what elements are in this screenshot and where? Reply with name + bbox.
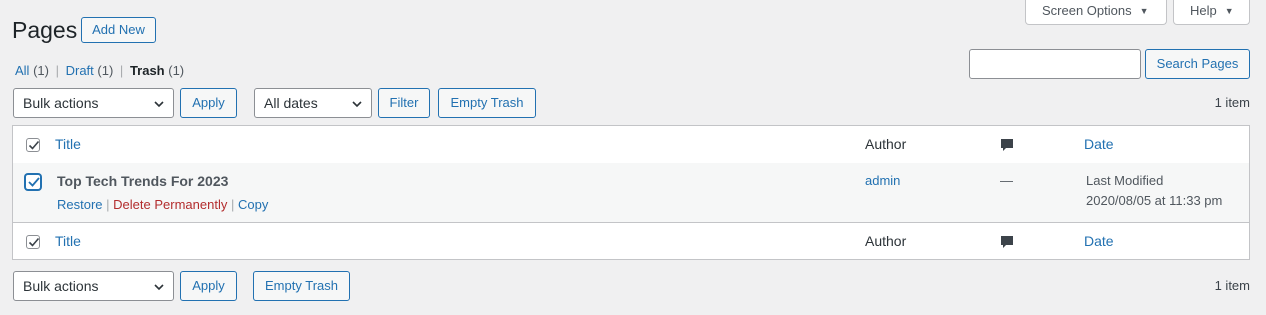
add-new-button[interactable]: Add New	[81, 17, 156, 43]
search-input[interactable]	[969, 49, 1141, 79]
view-trash-count: (1)	[168, 63, 185, 78]
author-column-header: Author	[865, 136, 907, 152]
row-author-link[interactable]: admin	[865, 173, 900, 188]
view-draft-link[interactable]: Draft	[66, 63, 94, 78]
select-all-checkbox-footer[interactable]	[26, 235, 40, 249]
empty-trash-button-bottom[interactable]: Empty Trash	[253, 271, 350, 301]
restore-link[interactable]: Restore	[57, 197, 103, 212]
view-filters: All (1) | Draft (1) | Trash (1)	[15, 63, 184, 78]
bulk-actions-select-top[interactable]: Bulk actions	[13, 88, 174, 118]
delete-permanently-link[interactable]: Delete Permanently	[113, 197, 227, 212]
item-count-top: 1 item	[1214, 95, 1250, 110]
caret-down-icon: ▼	[1139, 6, 1149, 16]
checkmark-icon	[28, 177, 40, 187]
action-separator: |	[230, 197, 235, 212]
title-column-footer[interactable]: Title	[55, 233, 81, 249]
pages-table: Title Author Date Top Tech Trends For 20…	[12, 125, 1250, 260]
view-separator: |	[119, 63, 124, 78]
row-date-value: 2020/08/05 at 11:33 pm	[1086, 193, 1223, 208]
apply-button-top[interactable]: Apply	[180, 88, 237, 118]
view-all-link[interactable]: All	[15, 63, 29, 78]
view-all-count: (1)	[33, 63, 49, 78]
table-header-row: Title Author Date	[13, 126, 1249, 164]
row-date-status: Last Modified	[1086, 173, 1164, 188]
table-footer-row: Title Author Date	[13, 223, 1249, 260]
apply-button-bottom[interactable]: Apply	[180, 271, 237, 301]
row-checkbox[interactable]	[25, 174, 41, 190]
dates-value: All dates	[264, 95, 318, 111]
checkmark-icon	[28, 140, 40, 150]
view-separator: |	[55, 63, 59, 78]
item-count-bottom: 1 item	[1214, 278, 1250, 293]
chevron-down-icon	[154, 101, 164, 108]
help-button[interactable]: Help ▼	[1173, 0, 1250, 25]
chevron-down-icon	[154, 284, 164, 291]
title-column-header[interactable]: Title	[55, 136, 81, 152]
checkmark-icon	[28, 237, 40, 247]
table-row: Top Tech Trends For 2023 Restore | Delet…	[13, 163, 1249, 223]
row-actions: Restore | Delete Permanently | Copy	[57, 197, 268, 212]
select-all-checkbox[interactable]	[26, 138, 40, 152]
empty-trash-button-top[interactable]: Empty Trash	[438, 88, 536, 118]
screen-options-label: Screen Options	[1042, 3, 1132, 18]
date-column-footer[interactable]: Date	[1084, 233, 1114, 249]
filter-button[interactable]: Filter	[378, 88, 430, 118]
help-label: Help	[1190, 3, 1217, 18]
page-title: Pages	[12, 17, 78, 43]
comment-icon[interactable]	[1000, 235, 1014, 250]
view-trash-current[interactable]: Trash	[130, 63, 165, 78]
chevron-down-icon	[352, 101, 362, 108]
date-column-header[interactable]: Date	[1084, 136, 1114, 152]
author-column-footer: Author	[865, 233, 907, 249]
dates-select[interactable]: All dates	[254, 88, 372, 118]
bulk-actions-select-bottom[interactable]: Bulk actions	[13, 271, 174, 301]
bulk-actions-value: Bulk actions	[23, 278, 99, 294]
comment-icon[interactable]	[1000, 138, 1014, 153]
row-comments: —	[1000, 173, 1013, 188]
view-draft-count: (1)	[97, 63, 114, 78]
search-pages-button[interactable]: Search Pages	[1145, 49, 1250, 79]
screen-options-button[interactable]: Screen Options ▼	[1025, 0, 1167, 25]
row-title: Top Tech Trends For 2023	[57, 173, 229, 189]
bulk-actions-value: Bulk actions	[23, 95, 99, 111]
caret-down-icon: ▼	[1224, 6, 1234, 16]
action-separator: |	[106, 197, 110, 212]
copy-link[interactable]: Copy	[238, 197, 268, 212]
